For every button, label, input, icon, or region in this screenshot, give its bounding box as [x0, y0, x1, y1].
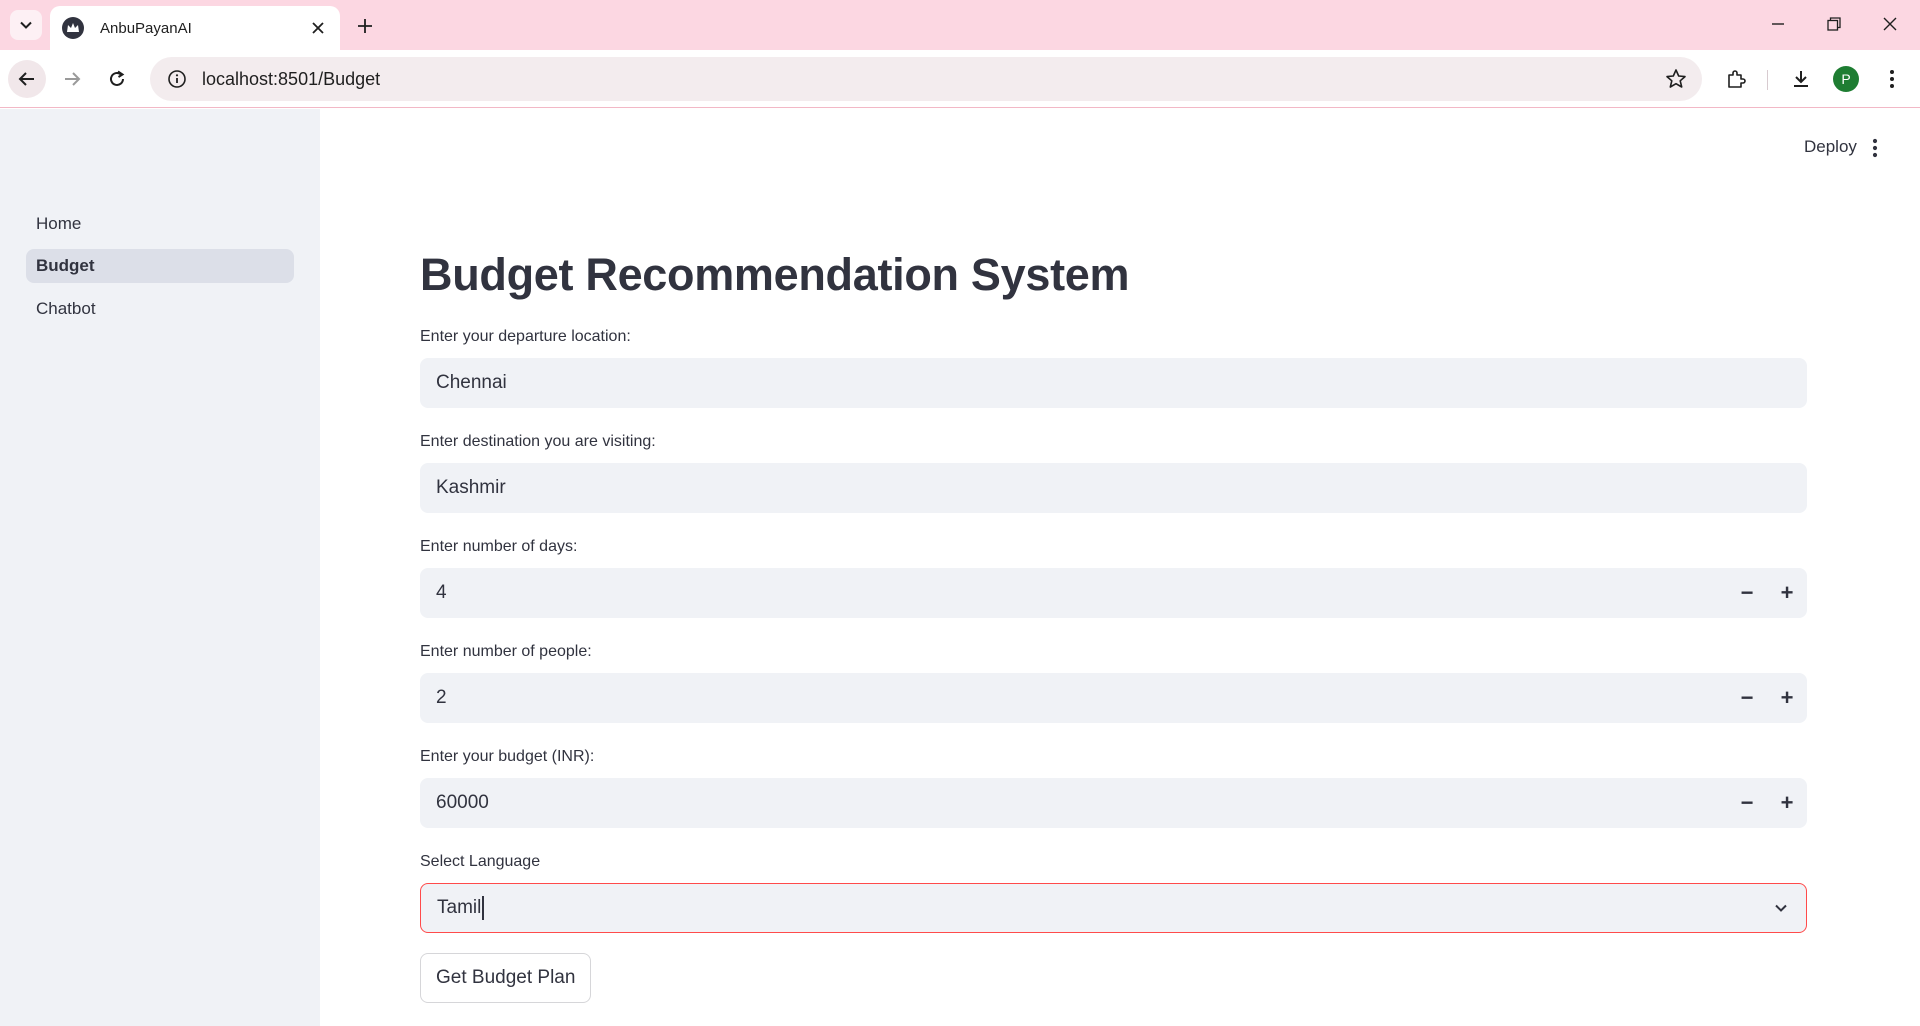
tab-search-button[interactable] [10, 10, 42, 40]
departure-input[interactable]: Chennai [420, 358, 1807, 408]
toolbar-divider [1767, 70, 1768, 90]
budget-label: Enter your budget (INR): [420, 748, 595, 765]
app-menu-button[interactable] [1860, 133, 1890, 163]
reload-icon [110, 70, 125, 86]
budget-value: 60000 [436, 792, 489, 813]
departure-value: Chennai [436, 372, 507, 393]
downloads-button[interactable] [1782, 60, 1820, 98]
people-increment-button[interactable]: + [1767, 673, 1807, 723]
people-decrement-button[interactable]: − [1727, 673, 1767, 723]
app-logo-icon [62, 17, 84, 39]
departure-label: Enter your departure location: [420, 328, 631, 345]
budget-decrement-button[interactable]: − [1727, 778, 1767, 828]
chevron-down-icon [20, 21, 32, 29]
people-label: Enter number of people: [420, 643, 592, 660]
destination-label: Enter destination you are visiting: [420, 433, 656, 450]
budget-number-input[interactable]: 60000 − + [420, 778, 1807, 828]
destination-value: Kashmir [436, 477, 506, 498]
people-number-input[interactable]: 2 − + [420, 673, 1807, 723]
vertical-dots-icon [1890, 70, 1894, 88]
sidebar-item-label: Home [36, 214, 82, 233]
get-budget-plan-button[interactable]: Get Budget Plan [420, 953, 592, 1003]
minimize-icon [1772, 23, 1784, 25]
text-cursor [482, 896, 485, 920]
vertical-dots-icon [1872, 138, 1878, 158]
new-tab-button[interactable] [352, 13, 378, 39]
close-icon [1883, 17, 1897, 31]
days-decrement-button[interactable]: − [1727, 568, 1767, 618]
profile-button[interactable]: P [1827, 60, 1865, 98]
deploy-button[interactable]: Deploy [1796, 131, 1865, 163]
arrow-left-icon [18, 72, 34, 86]
browser-menu-button[interactable] [1873, 60, 1911, 98]
sidebar-item-label: Chatbot [36, 299, 96, 318]
extensions-button[interactable] [1717, 60, 1755, 98]
browser-tab-bar: AnbuPayanAI [0, 0, 1920, 50]
sidebar: Home Budget Chatbot [0, 109, 320, 1026]
minimize-window-button[interactable] [1750, 0, 1806, 48]
bookmark-star-icon[interactable] [1656, 59, 1696, 99]
language-select[interactable]: Tamil [420, 883, 1807, 933]
sidebar-item-home[interactable]: Home [26, 207, 294, 241]
address-bar[interactable]: localhost:8501/Budget [150, 57, 1702, 101]
language-value-wrap: Tamil [437, 896, 1756, 920]
sidebar-item-budget[interactable]: Budget [26, 249, 294, 283]
browser-tab-active[interactable]: AnbuPayanAI [50, 6, 340, 50]
avatar: P [1833, 66, 1859, 92]
reload-button[interactable] [98, 60, 136, 98]
days-value: 4 [436, 582, 447, 603]
days-increment-button[interactable]: + [1767, 568, 1807, 618]
download-icon [1794, 71, 1808, 87]
back-button[interactable] [8, 60, 46, 98]
destination-input[interactable]: Kashmir [420, 463, 1807, 513]
browser-toolbar: localhost:8501/Budget P [0, 50, 1920, 108]
url-text[interactable]: localhost:8501/Budget [202, 69, 1656, 90]
close-tab-icon[interactable] [308, 18, 328, 38]
main-content: Deploy Budget Recommendation System Ente… [320, 109, 1920, 1026]
page-title: Budget Recommendation System [420, 249, 1130, 300]
budget-increment-button[interactable]: + [1767, 778, 1807, 828]
site-info-icon[interactable] [166, 68, 188, 90]
chevron-down-icon[interactable] [1756, 883, 1806, 933]
restore-window-button[interactable] [1806, 0, 1862, 48]
tab-title: AnbuPayanAI [100, 19, 192, 37]
puzzle-icon [1728, 70, 1746, 88]
language-value: Tamil [437, 897, 482, 919]
forward-button[interactable] [53, 60, 91, 98]
people-value: 2 [436, 687, 447, 708]
language-label: Select Language [420, 853, 541, 870]
sidebar-item-label: Budget [36, 256, 95, 275]
close-window-button[interactable] [1862, 0, 1918, 48]
plus-icon [358, 19, 372, 33]
days-number-input[interactable]: 4 − + [420, 568, 1807, 618]
restore-icon [1827, 17, 1841, 31]
arrow-right-icon [65, 72, 81, 86]
sidebar-item-chatbot[interactable]: Chatbot [26, 292, 294, 326]
days-label: Enter number of days: [420, 538, 578, 555]
